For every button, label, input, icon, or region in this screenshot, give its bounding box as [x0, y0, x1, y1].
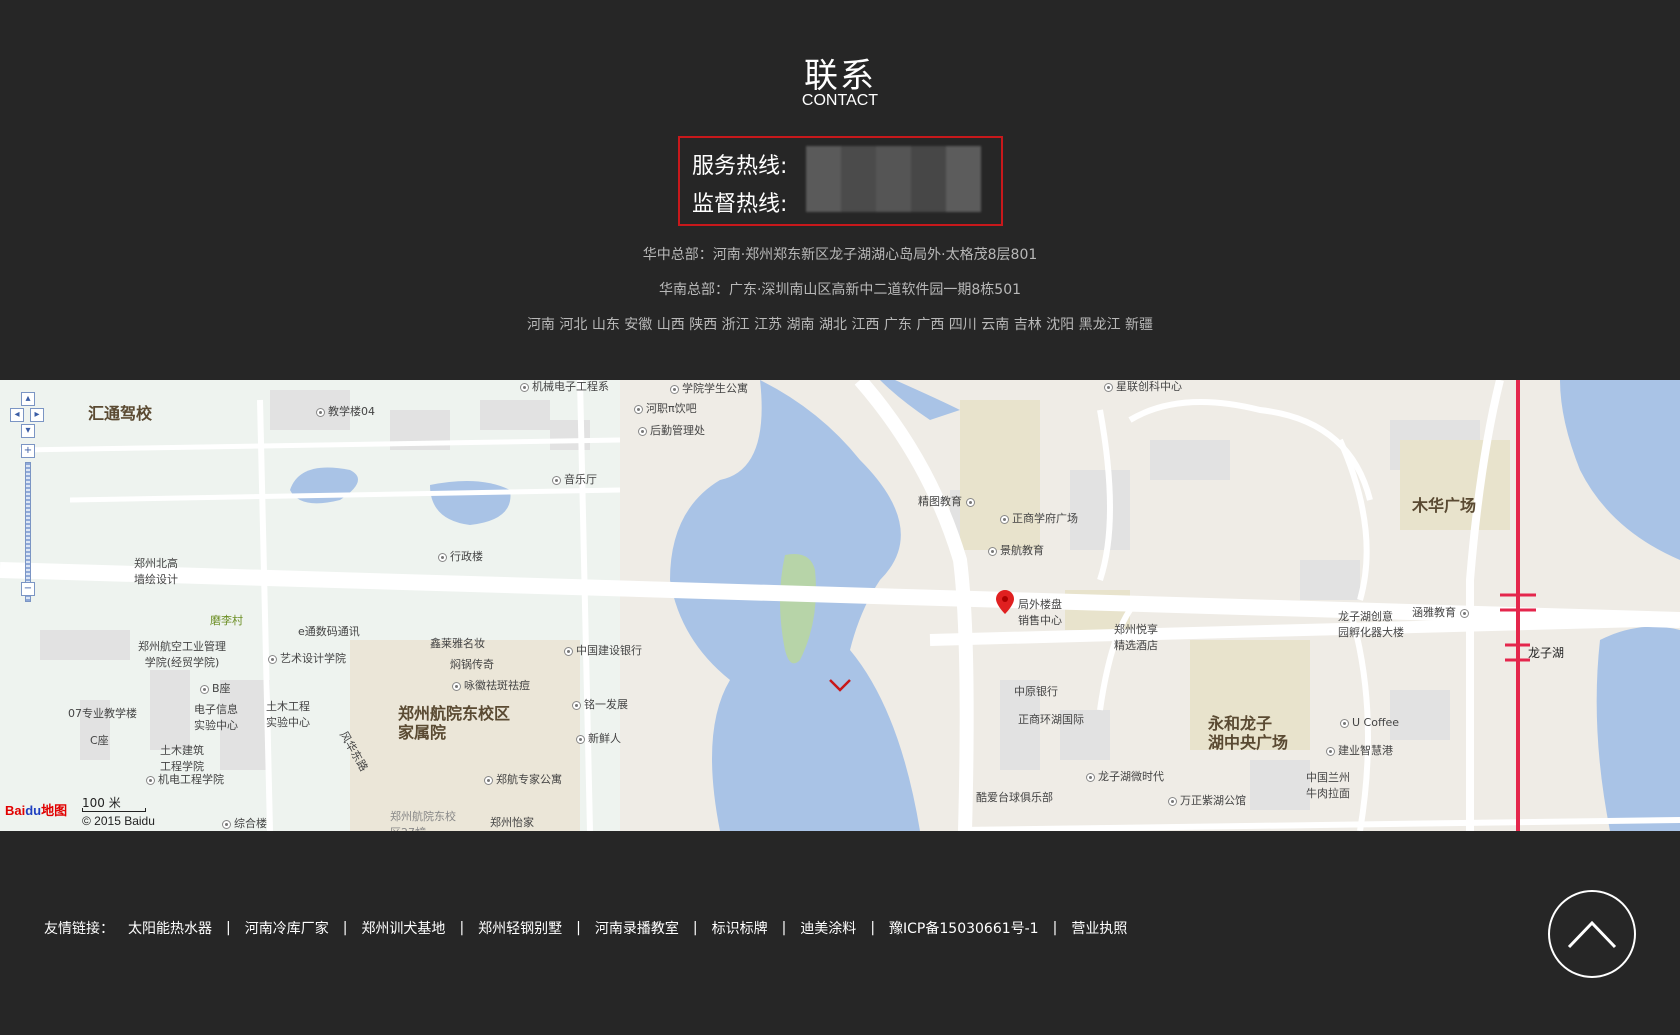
map-label: 郑州北高 墙绘设计: [134, 557, 178, 586]
map-label: 郑航专家公寓: [484, 771, 562, 787]
map-label: 木华广场: [1412, 496, 1477, 515]
separator: |: [1052, 920, 1058, 936]
footer-link[interactable]: 郑州轻钢别墅: [478, 918, 562, 938]
separator: |: [342, 920, 348, 936]
map-label: 龙子湖创意 园孵化器大楼: [1338, 610, 1404, 639]
map-label: 07专业教学楼: [68, 707, 137, 720]
map-label: 涵雅教育: [1412, 604, 1472, 620]
page-subtitle: CONTACT: [801, 92, 879, 109]
map-label: 星联创科中心: [1104, 380, 1182, 394]
map-label: 学院学生公寓: [670, 380, 748, 396]
map-label: 行政楼: [438, 548, 483, 564]
hotline-box: 服务热线: 监督热线:: [678, 136, 1003, 226]
map-label: 机电工程学院: [146, 771, 224, 787]
separator: |: [226, 920, 231, 936]
map-label: 郑州航院东校 区27幢: [390, 810, 456, 831]
map-label: e通数码通讯: [298, 625, 360, 638]
map-label: 精图教育: [918, 493, 978, 509]
footer-link[interactable]: 太阳能热水器: [128, 918, 212, 938]
separator: |: [781, 920, 787, 936]
map-label: 中原银行: [1014, 685, 1058, 698]
map-label: C座: [90, 734, 109, 747]
map-label: 机械电子工程系: [520, 380, 609, 394]
supervise-hotline-label: 监督热线:: [692, 192, 788, 217]
footer-link[interactable]: 河南录播教室: [595, 918, 679, 938]
map-label: 龙子湖微时代: [1086, 768, 1164, 784]
separator: |: [870, 920, 876, 936]
chevron-up-icon: [1567, 920, 1617, 949]
pan-down-button[interactable]: ▾: [21, 424, 35, 438]
pan-right-button[interactable]: ▸: [30, 408, 44, 422]
map-label: 艺术设计学院: [268, 650, 346, 666]
baidu-logo[interactable]: Baidu地图: [5, 800, 67, 819]
map-label: 局外楼盘 销售中心: [1018, 598, 1062, 627]
zoom-slider[interactable]: [25, 462, 31, 602]
map-label: 正商学府广场: [1000, 510, 1078, 526]
redacted-phone-numbers: [806, 146, 981, 212]
map-label: 酷爱台球俱乐部: [976, 791, 1053, 804]
map-label: 铭一发展: [572, 696, 628, 712]
map-label: 土木建筑 工程学院: [160, 744, 204, 773]
service-hotline-row: 服务热线:: [692, 148, 787, 180]
business-license-link[interactable]: 营业执照: [1071, 918, 1127, 938]
map-label: 咏徽祛斑祛痘: [452, 677, 530, 693]
separator: |: [459, 920, 465, 936]
map-label: 建业智慧港: [1326, 742, 1393, 758]
map-label: 磨李村: [210, 614, 243, 627]
footer-link[interactable]: 河南冷库厂家: [245, 918, 329, 938]
map-label: 万正紫湖公馆: [1168, 792, 1246, 808]
map-label: 郑州怡家: [490, 816, 534, 829]
map-label: 电子信息 实验中心: [194, 703, 238, 732]
map-label: 后勤管理处: [638, 422, 705, 438]
map-label: 音乐厅: [552, 471, 597, 487]
chevron-down-icon[interactable]: [828, 678, 852, 692]
separator: |: [576, 920, 581, 936]
icp-link[interactable]: 豫ICP备15030661号-1: [889, 918, 1039, 938]
back-to-top-button[interactable]: [1548, 890, 1636, 978]
address-central: 华中总部：河南·郑州郑东新区龙子湖湖心岛局外·太格茂8层801: [642, 247, 1038, 263]
map-label: 景航教育: [988, 542, 1044, 558]
regions-list: 河南 河北 山东 安徽 山西 陕西 浙江 江苏 湖南 湖北 江西 广东 广西 四…: [526, 317, 1154, 333]
zoom-out-button[interactable]: −: [21, 582, 35, 596]
map-copyright: © 2015 Baidu: [82, 814, 155, 828]
address-south: 华南总部：广东·深圳南山区高新中二道软件园一期8栋501: [658, 282, 1022, 298]
map-label: U Coffee: [1340, 716, 1399, 729]
map-label: 河职π饮吧: [634, 400, 697, 416]
friend-links-label: 友情链接：: [44, 921, 114, 937]
footer-link[interactable]: 迪美涂料: [800, 918, 856, 938]
map-label: 鑫莱雅名妆: [430, 637, 485, 650]
map-scale-bar: [82, 808, 146, 812]
supervise-hotline-row: 监督热线:: [692, 186, 787, 218]
map-label: 中国兰州 牛肉拉面: [1306, 771, 1350, 800]
map-label: 汇通驾校: [88, 404, 153, 423]
page: 联系 CONTACT 服务热线: 监督热线: 华中总部：河南·郑州郑东新区龙子湖…: [0, 0, 1680, 1035]
map-label: 正商环湖国际: [1018, 713, 1084, 726]
map-label-station: 龙子湖: [1528, 646, 1565, 660]
separator: |: [692, 920, 698, 936]
map-label: 综合楼: [222, 815, 267, 831]
map-label: 郑州航院东校区 家属院: [398, 704, 511, 742]
service-hotline-label: 服务热线:: [692, 154, 788, 179]
pan-up-button[interactable]: ▴: [21, 392, 35, 406]
zoom-in-button[interactable]: +: [21, 444, 35, 458]
map-label: 郑州航空工业管理 学院(经贸学院): [138, 640, 226, 669]
friend-links: 友情链接： 太阳能热水器 | 河南冷库厂家 | 郑州训犬基地 | 郑州轻钢别墅 …: [44, 918, 1127, 938]
location-pin-icon[interactable]: [996, 590, 1014, 614]
map-label: 教学楼04: [316, 403, 375, 419]
map-label: B座: [200, 680, 231, 696]
footer-link[interactable]: 标识标牌: [712, 918, 768, 938]
map-label: 郑州悦享 精选酒店: [1114, 623, 1158, 652]
footer-link[interactable]: 郑州训犬基地: [361, 918, 445, 938]
map-label: 焖锅传奇: [450, 658, 494, 671]
map-label: 土木工程 实验中心: [266, 700, 310, 729]
map-label: 中国建设银行: [564, 642, 642, 658]
map-label: 新鲜人: [576, 730, 621, 746]
page-title: 联系: [804, 56, 876, 96]
baidu-map[interactable]: 汇通驾校 教学楼04 机械电子工程系 学院学生公寓 河职π饮吧 后勤管理处 音乐…: [0, 380, 1680, 831]
pan-left-button[interactable]: ◂: [10, 408, 24, 422]
map-label: 永和龙子 湖中央广场: [1208, 714, 1289, 752]
